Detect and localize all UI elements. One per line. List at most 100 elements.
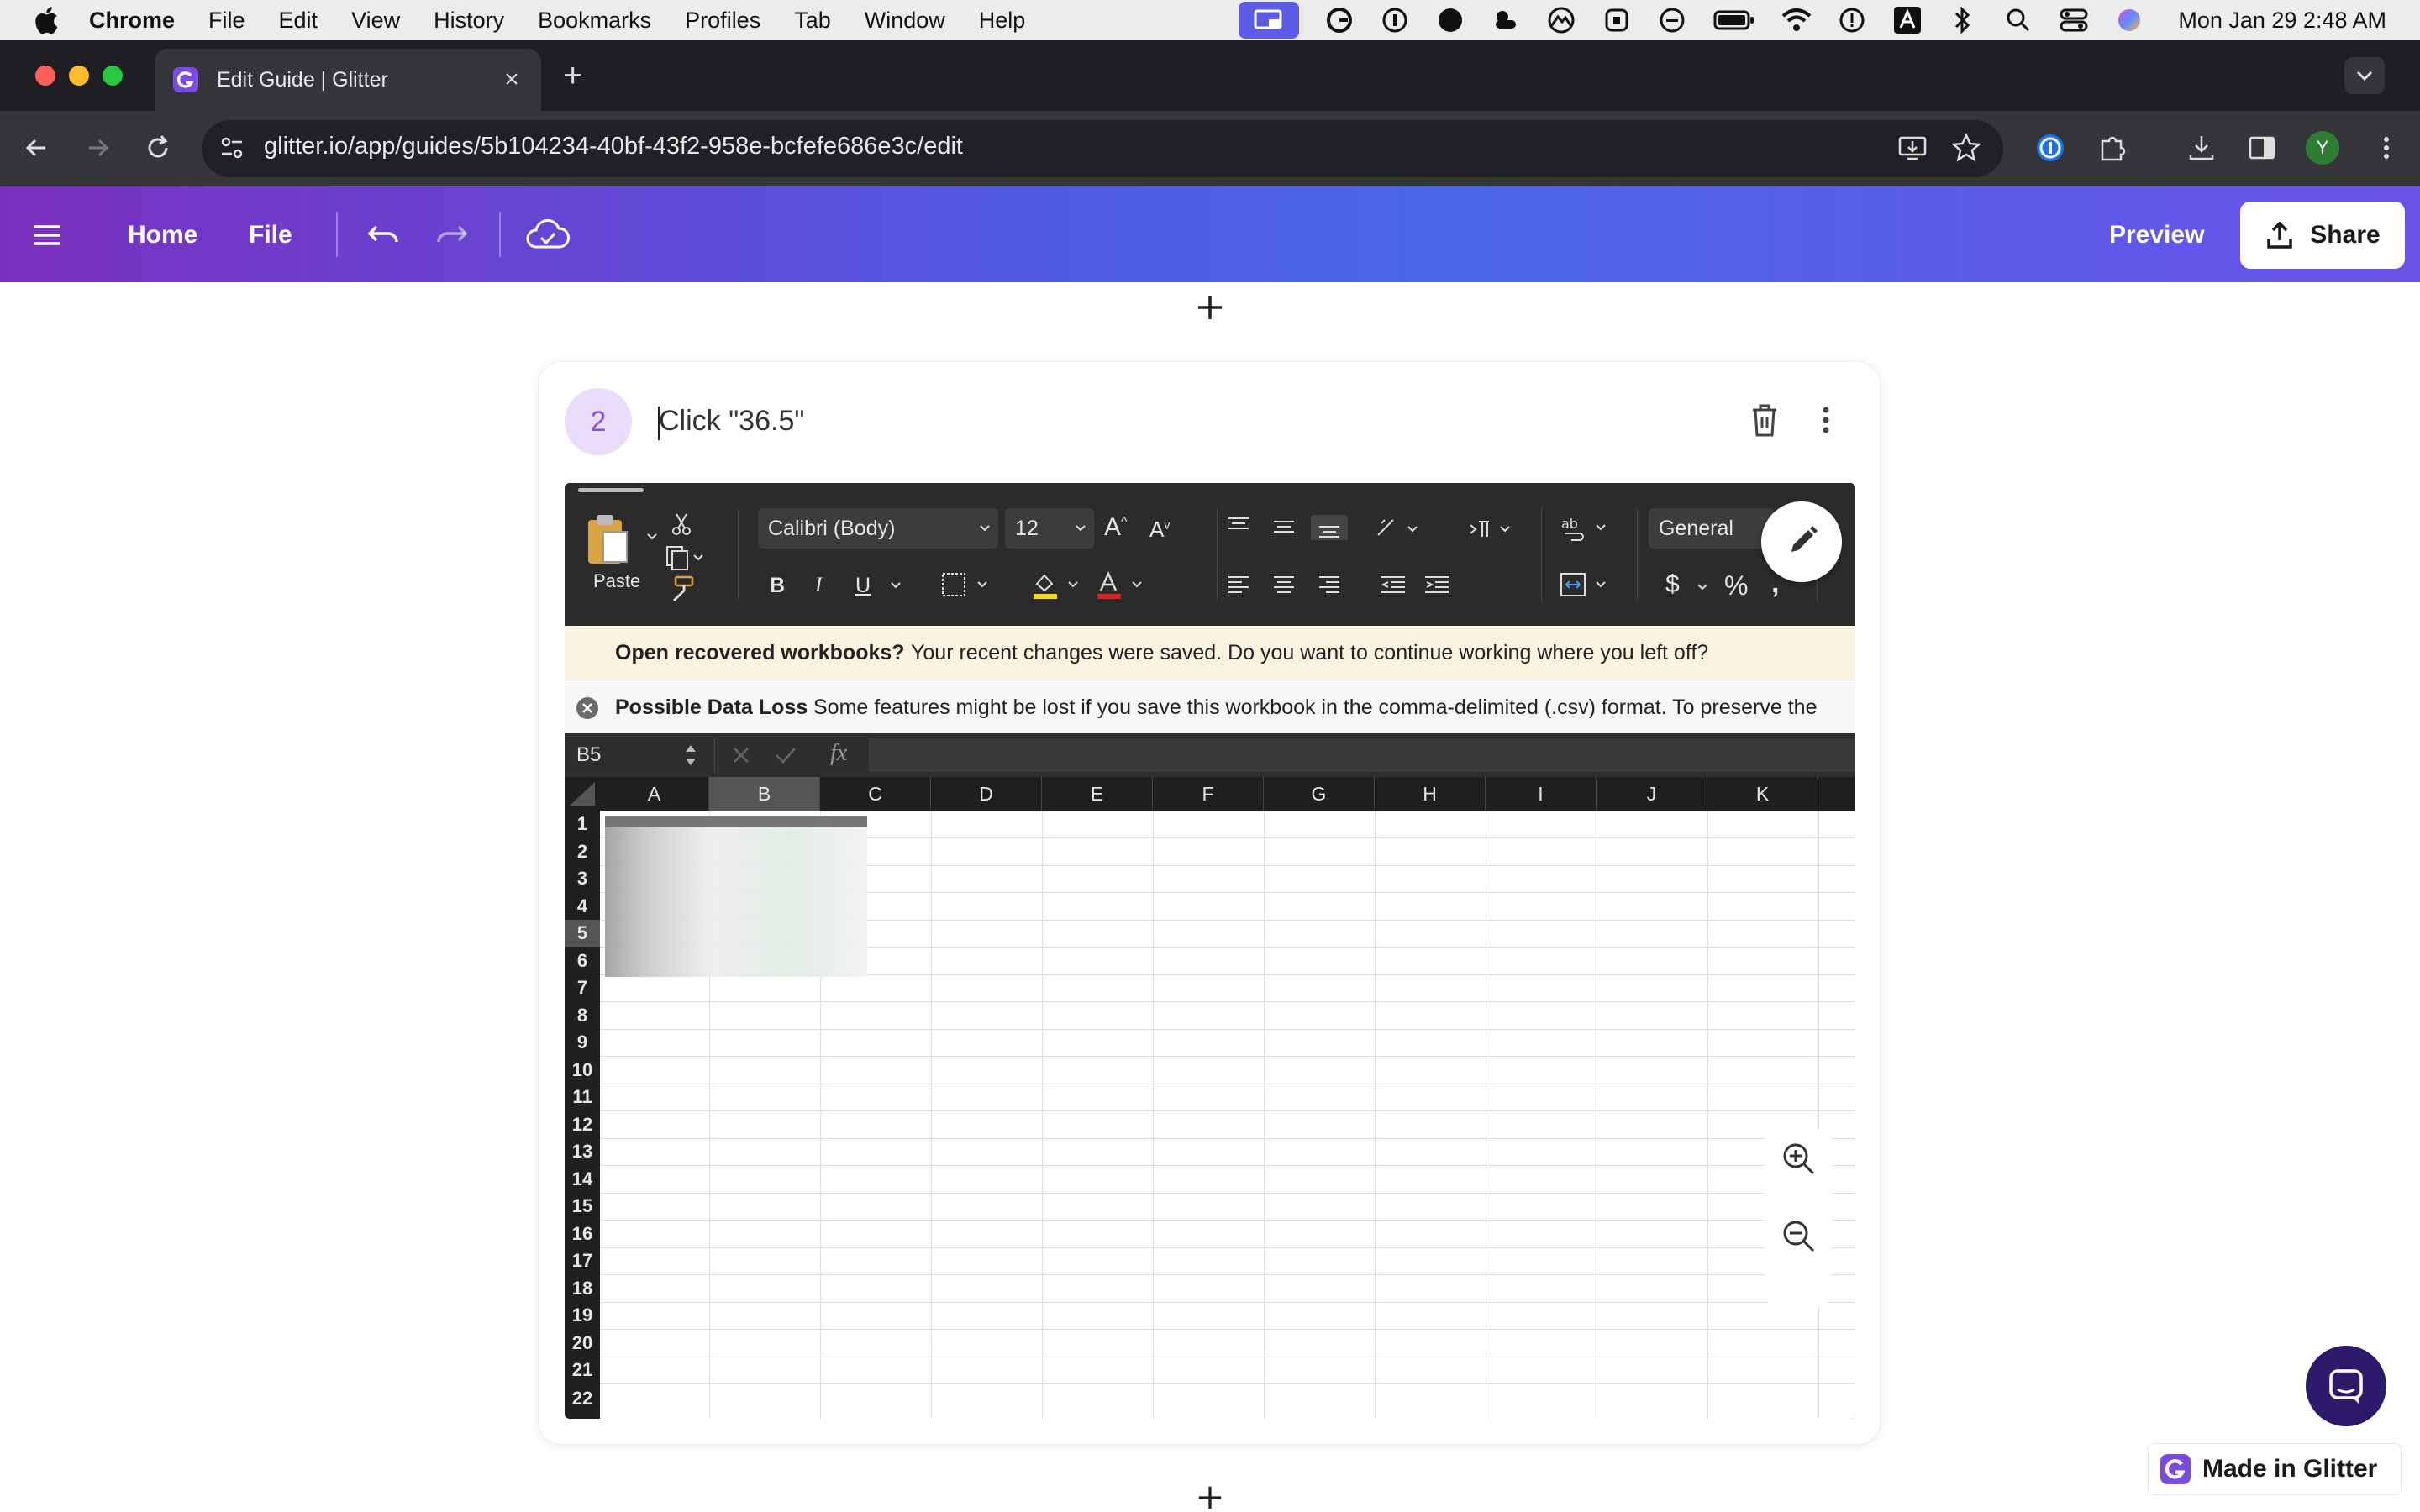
row-header[interactable]: 10 bbox=[565, 1056, 600, 1084]
bluetooth-icon[interactable] bbox=[1948, 5, 1978, 35]
row-header[interactable]: 12 bbox=[565, 1110, 600, 1138]
row-header[interactable]: 13 bbox=[565, 1138, 600, 1165]
text-orientation-icon[interactable] bbox=[1375, 517, 1430, 542]
column-header-h[interactable]: H bbox=[1375, 777, 1486, 811]
undo-icon[interactable] bbox=[365, 218, 403, 252]
paste-clipboard-icon[interactable] bbox=[583, 512, 630, 567]
increase-font-size-icon[interactable]: A^ bbox=[1104, 513, 1128, 542]
fill-color-icon[interactable] bbox=[1030, 570, 1084, 601]
step-more-options-icon[interactable] bbox=[1813, 402, 1839, 438]
menu-tab[interactable]: Tab bbox=[794, 8, 831, 34]
row-header[interactable]: 3 bbox=[565, 865, 600, 892]
downloads-icon[interactable] bbox=[2185, 131, 2218, 165]
chrome-menu-icon[interactable] bbox=[2370, 131, 2403, 165]
currency-dropdown-icon[interactable] bbox=[1696, 580, 1709, 594]
menu-clock[interactable]: Mon Jan 29 2:48 AM bbox=[2178, 8, 2386, 34]
spreadsheet-grid[interactable]: A B C D E F G H I J K 1 2 3 4 5 6 7 8 9 … bbox=[565, 777, 1855, 1419]
decrease-font-size-icon[interactable]: Av bbox=[1150, 517, 1170, 543]
menu-profiles[interactable]: Profiles bbox=[685, 8, 760, 34]
record-icon[interactable] bbox=[1435, 5, 1465, 35]
back-icon[interactable] bbox=[20, 131, 54, 165]
row-header[interactable]: 9 bbox=[565, 1029, 600, 1056]
site-info-icon[interactable] bbox=[215, 131, 249, 165]
control-center-icon[interactable] bbox=[2059, 5, 2089, 35]
password-manager-icon[interactable] bbox=[1380, 5, 1410, 35]
redo-icon[interactable] bbox=[432, 218, 471, 252]
bold-icon[interactable]: B bbox=[770, 574, 785, 598]
cancel-formula-icon[interactable] bbox=[729, 743, 753, 767]
zoom-in-icon[interactable] bbox=[1780, 1140, 1817, 1177]
column-header-a[interactable]: A bbox=[600, 777, 709, 811]
row-header[interactable]: 16 bbox=[565, 1220, 600, 1247]
file-nav-button[interactable]: File bbox=[249, 221, 292, 249]
select-all-corner[interactable] bbox=[565, 777, 600, 811]
horizontal-alignment-icons[interactable] bbox=[1220, 572, 1355, 597]
delete-step-trash-icon[interactable] bbox=[1748, 402, 1781, 438]
paste-dropdown-icon[interactable] bbox=[645, 530, 659, 543]
side-panel-icon[interactable] bbox=[2245, 131, 2279, 165]
row-header[interactable]: 22 bbox=[565, 1383, 600, 1419]
column-header-f[interactable]: F bbox=[1153, 777, 1264, 811]
step-screenshot[interactable]: Paste Calibri (Body) 12 A^ Av B I U ab G… bbox=[565, 483, 1855, 1419]
column-header-c[interactable]: C bbox=[820, 777, 931, 811]
add-step-below-icon[interactable] bbox=[1195, 1483, 1225, 1512]
row-header[interactable]: 19 bbox=[565, 1302, 600, 1329]
wrap-text-icon[interactable]: ab bbox=[1560, 515, 1618, 543]
fx-icon[interactable]: fx bbox=[830, 740, 847, 767]
percent-icon[interactable]: % bbox=[1724, 570, 1748, 601]
font-size-select[interactable]: 12 bbox=[1005, 508, 1094, 549]
borders-icon[interactable] bbox=[941, 572, 992, 597]
font-color-icon[interactable] bbox=[1094, 570, 1148, 601]
close-tab-icon[interactable]: × bbox=[501, 67, 523, 92]
minus-circle-icon[interactable] bbox=[1657, 5, 1687, 35]
grammarly-icon[interactable] bbox=[1324, 5, 1355, 35]
share-button[interactable]: Share bbox=[2240, 202, 2405, 269]
menu-file[interactable]: File bbox=[208, 8, 245, 34]
zoom-window-button[interactable] bbox=[103, 66, 123, 86]
extensions-puzzle-icon[interactable] bbox=[2096, 131, 2129, 165]
text-input-icon[interactable] bbox=[1892, 5, 1923, 35]
row-header[interactable]: 15 bbox=[565, 1193, 600, 1220]
cut-scissors-icon[interactable] bbox=[669, 512, 694, 537]
mountain-icon[interactable] bbox=[1546, 5, 1576, 35]
wifi-icon[interactable] bbox=[1781, 5, 1812, 35]
weather-icon[interactable] bbox=[1491, 5, 1521, 35]
minimize-window-button[interactable] bbox=[69, 66, 89, 86]
alert-icon[interactable] bbox=[1837, 5, 1867, 35]
menu-app-name[interactable]: Chrome bbox=[89, 8, 175, 34]
indent-icons[interactable] bbox=[1378, 572, 1454, 597]
name-box-stepper-icon[interactable] bbox=[682, 738, 699, 772]
column-header-d[interactable]: D bbox=[931, 777, 1042, 811]
copy-icon[interactable] bbox=[664, 545, 704, 570]
column-header-g[interactable]: G bbox=[1264, 777, 1375, 811]
column-header-i[interactable]: I bbox=[1486, 777, 1597, 811]
font-name-select[interactable]: Calibri (Body) bbox=[758, 508, 998, 549]
made-in-glitter-badge[interactable]: Made in Glitter bbox=[2148, 1443, 2402, 1495]
home-nav-button[interactable]: Home bbox=[128, 221, 197, 249]
reload-icon[interactable] bbox=[141, 131, 175, 165]
edit-annotation-button[interactable] bbox=[1761, 501, 1842, 582]
row-header[interactable]: 1 bbox=[565, 811, 600, 837]
close-window-button[interactable] bbox=[35, 66, 55, 86]
format-painter-icon[interactable] bbox=[667, 575, 696, 604]
preview-button[interactable]: Preview bbox=[2109, 221, 2204, 249]
row-header[interactable]: 6 bbox=[565, 947, 600, 974]
formula-input[interactable] bbox=[869, 738, 1855, 772]
row-header[interactable]: 21 bbox=[565, 1357, 600, 1383]
cloud-saved-icon[interactable] bbox=[524, 217, 571, 254]
bookmark-star-icon[interactable] bbox=[1949, 131, 1983, 165]
paragraph-direction-icon[interactable] bbox=[1467, 517, 1523, 542]
add-step-above-icon[interactable] bbox=[1195, 292, 1225, 323]
row-header[interactable]: 11 bbox=[565, 1084, 600, 1110]
forward-icon[interactable] bbox=[81, 131, 114, 165]
row-header[interactable]: 2 bbox=[565, 837, 600, 865]
screen-share-icon[interactable] bbox=[1239, 2, 1300, 39]
confirm-formula-icon[interactable] bbox=[773, 743, 798, 767]
row-header[interactable]: 17 bbox=[565, 1247, 600, 1274]
profile-avatar[interactable]: Y bbox=[2306, 131, 2339, 165]
menu-window[interactable]: Window bbox=[865, 8, 945, 34]
menu-history[interactable]: History bbox=[434, 8, 504, 34]
merge-center-icon[interactable] bbox=[1560, 570, 1618, 599]
row-header[interactable]: 20 bbox=[565, 1329, 600, 1357]
menu-view[interactable]: View bbox=[351, 8, 400, 34]
